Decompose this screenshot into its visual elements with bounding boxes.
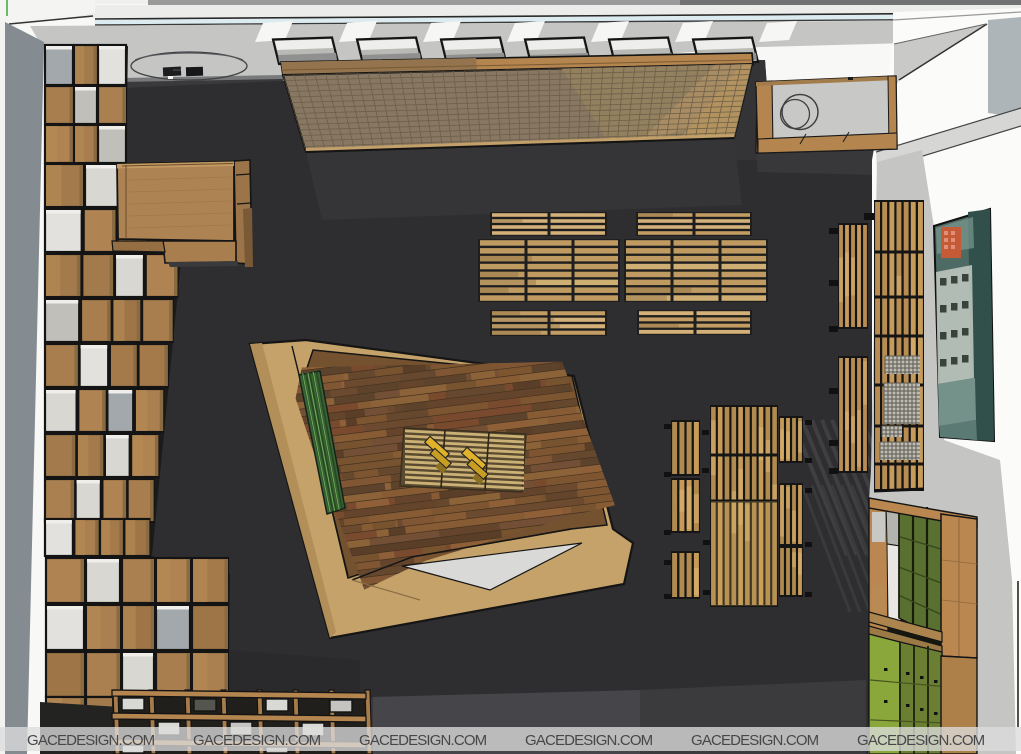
svg-text:GACEDESIGN.COM: GACEDESIGN.COM — [193, 732, 321, 749]
svg-text:GACEDESIGN.COM: GACEDESIGN.COM — [27, 732, 155, 749]
svg-text:GACEDESIGN.COM: GACEDESIGN.COM — [857, 732, 985, 749]
svg-text:GACEDESIGN.COM: GACEDESIGN.COM — [691, 732, 819, 749]
svg-text:GACEDESIGN.COM: GACEDESIGN.COM — [525, 732, 653, 749]
svg-text:GACEDESIGN.COM: GACEDESIGN.COM — [359, 732, 487, 749]
